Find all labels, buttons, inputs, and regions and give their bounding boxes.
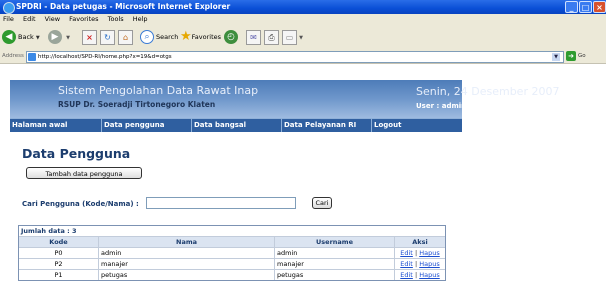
print-button[interactable]: ⎙ (264, 29, 279, 45)
col-aksi: Aksi (412, 238, 428, 246)
history-button[interactable]: ◴ (224, 29, 240, 45)
hospital-name: RSUP Dr. Soeradji Tirtonegoro Klaten (58, 100, 216, 109)
app-header: Sistem Pengolahan Data Rawat Inap RSUP D… (10, 80, 559, 118)
stop-button[interactable]: × (82, 29, 97, 45)
search-submit-button[interactable]: Cari (312, 197, 332, 209)
address-dropdown-icon[interactable]: ▼ (552, 53, 560, 61)
users-table: Jumlah data : 3 Kode Nama Username Aksi … (18, 225, 446, 281)
delete-link[interactable]: Hapus (419, 249, 440, 257)
history-icon: ◴ (224, 30, 238, 44)
star-icon: ★ (180, 29, 192, 44)
col-nama: Nama (99, 237, 275, 247)
table-row: P2 manajer manajer Edit | Hapus (19, 258, 445, 269)
mail-button[interactable]: ✉ (246, 29, 261, 45)
header-user: User : admin (416, 102, 467, 110)
back-label: Back (18, 33, 34, 41)
menu-favorites[interactable]: Favorites (69, 15, 98, 23)
page-icon (28, 53, 36, 61)
link-separator: | (414, 249, 418, 257)
link-separator: | (414, 271, 418, 279)
nav-logout[interactable]: Logout (372, 119, 462, 132)
maximize-button[interactable]: □ (579, 1, 592, 13)
cell-username: petugas (275, 270, 395, 280)
search-label: Cari Pengguna (Kode/Nama) : (22, 200, 139, 208)
table-row: P0 admin admin Edit | Hapus (19, 247, 445, 258)
back-button[interactable]: ◀ Back ▼ (2, 29, 40, 45)
nav-data-bangsal[interactable]: Data bangsal (192, 119, 282, 132)
app-title: Sistem Pengolahan Data Rawat Inap (58, 84, 259, 97)
search-label: Search (156, 33, 179, 41)
forward-dropdown-icon: ▼ (66, 35, 70, 41)
menu-view[interactable]: View (45, 15, 60, 23)
search-icon: ⌕ (140, 30, 154, 44)
edit-dropdown-icon: ▼ (299, 35, 303, 41)
edit-page-button[interactable]: ▭ ▼ (282, 29, 303, 45)
edit-link[interactable]: Edit (400, 260, 413, 268)
page-content: Sistem Pengolahan Data Rawat Inap RSUP D… (0, 64, 606, 299)
page-title: Data Pengguna (22, 146, 131, 161)
menu-bar: File Edit View Favorites Tools Help (0, 14, 606, 25)
delete-link[interactable]: Hapus (419, 260, 440, 268)
menu-tools[interactable]: Tools (108, 15, 124, 23)
forward-arrow-icon: ▶ (48, 30, 62, 44)
cell-kode: P1 (19, 270, 99, 280)
delete-link[interactable]: Hapus (419, 271, 440, 279)
address-url: http://localhost/SPD-RI/home.php?x=19&d=… (38, 54, 172, 60)
cell-nama: petugas (99, 270, 275, 280)
go-label[interactable]: Go (578, 50, 586, 63)
edit-link[interactable]: Edit (400, 249, 413, 257)
window-title: SPDRI - Data petugas - Microsoft Interne… (16, 2, 231, 11)
cell-aksi: Edit | Hapus (395, 259, 445, 269)
window-controls: _ □ × (564, 1, 606, 13)
minimize-button[interactable]: _ (565, 1, 578, 13)
search-input[interactable] (146, 197, 296, 209)
window-titlebar[interactable]: SPDRI - Data petugas - Microsoft Interne… (0, 0, 606, 14)
back-dropdown-icon: ▼ (35, 35, 40, 41)
cell-kode: P2 (19, 259, 99, 269)
cell-nama: admin (99, 248, 275, 258)
col-username: Username (275, 237, 395, 247)
add-user-button[interactable]: Tambah data pengguna (26, 167, 142, 179)
ie-logo-icon (3, 2, 15, 14)
browser-toolbar: ◀ Back ▼ ▶ ▼ × ↻ ⌂ ⌕ Search ★Favorites ◴ ✉… (0, 25, 606, 51)
home-button[interactable]: ⌂ (118, 29, 133, 45)
print-icon: ⎙ (264, 29, 279, 45)
favorites-label: Favorites (191, 33, 222, 41)
cell-username: admin (275, 248, 395, 258)
edit-page-icon: ▭ (282, 29, 297, 45)
address-label: Address (2, 53, 24, 59)
header-date: Senin, 24 Desember 2007 (416, 85, 560, 98)
favorites-button[interactable]: ★Favorites (180, 29, 221, 45)
main-nav: Halaman awal Data pengguna Data bangsal … (10, 118, 462, 132)
mail-icon: ✉ (246, 29, 261, 45)
table-header: Kode Nama Username Aksi (19, 236, 445, 247)
forward-button[interactable]: ▶ ▼ (48, 29, 70, 45)
nav-data-pengguna[interactable]: Data pengguna (102, 119, 192, 132)
cell-username: manajer (275, 259, 395, 269)
edit-link[interactable]: Edit (400, 271, 413, 279)
link-separator: | (414, 260, 418, 268)
home-icon: ⌂ (118, 29, 133, 45)
cell-aksi: Edit | Hapus (395, 248, 445, 258)
cell-nama: manajer (99, 259, 275, 269)
refresh-icon: ↻ (100, 29, 115, 45)
go-arrow-icon[interactable]: ➜ (566, 51, 576, 61)
address-input[interactable]: http://localhost/SPD-RI/home.php?x=19&d=… (26, 51, 564, 63)
search-button[interactable]: ⌕ Search (140, 29, 178, 45)
menu-file[interactable]: File (3, 15, 14, 23)
address-bar: Address http://localhost/SPD-RI/home.php… (0, 50, 606, 64)
cell-aksi: Edit | Hapus (395, 270, 445, 280)
stop-icon: × (82, 29, 97, 45)
menu-help[interactable]: Help (133, 15, 148, 23)
col-kode: Kode (19, 237, 99, 247)
menu-edit[interactable]: Edit (23, 15, 36, 23)
cell-kode: P0 (19, 248, 99, 258)
nav-data-pelayanan-ri[interactable]: Data Pelayanan RI (282, 119, 372, 132)
back-arrow-icon: ◀ (2, 30, 16, 44)
data-count: Jumlah data : 3 (19, 226, 445, 236)
close-button[interactable]: × (593, 1, 606, 13)
nav-halaman-awal[interactable]: Halaman awal (10, 119, 102, 132)
table-row: P1 petugas petugas Edit | Hapus (19, 269, 445, 280)
refresh-button[interactable]: ↻ (100, 29, 115, 45)
